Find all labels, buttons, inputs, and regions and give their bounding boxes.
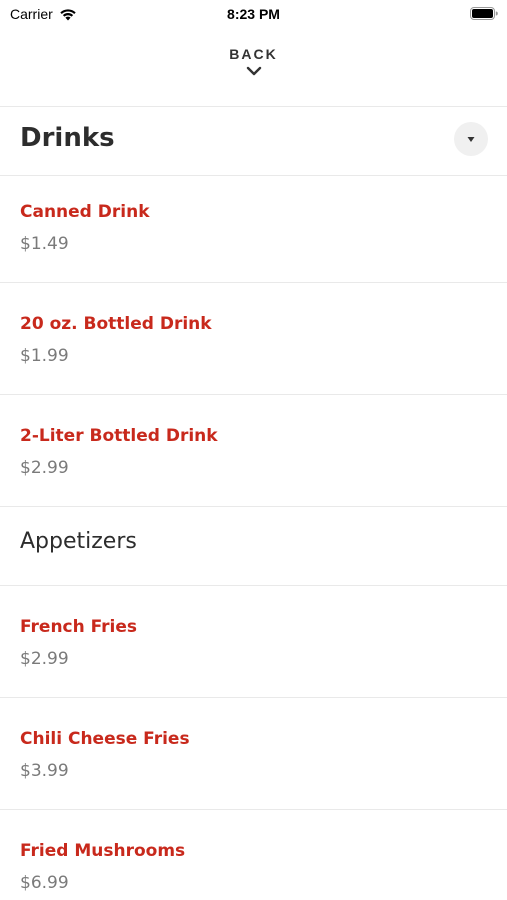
item-name: Canned Drink	[20, 202, 150, 222]
menu-item[interactable]: Chili Cheese Fries $3.99	[0, 703, 507, 815]
divider	[0, 282, 507, 283]
chevron-down-icon	[246, 66, 261, 76]
item-price: $2.99	[20, 649, 69, 669]
divider	[0, 585, 507, 586]
status-bar: Carrier 8:23 PM	[0, 0, 507, 28]
caret-down-icon	[467, 136, 475, 142]
menu-item[interactable]: 20 oz. Bottled Drink $1.99	[0, 288, 507, 400]
item-name: 20 oz. Bottled Drink	[20, 314, 212, 334]
back-label: BACK	[229, 46, 278, 62]
item-name: French Fries	[20, 617, 138, 637]
menu-item[interactable]: 2-Liter Bottled Drink $2.99	[0, 400, 507, 512]
item-price: $3.99	[20, 761, 69, 781]
item-name: Fried Mushrooms	[20, 841, 186, 861]
section-title: Drinks	[20, 123, 115, 153]
item-price: $2.99	[20, 458, 69, 478]
item-name: Chili Cheese Fries	[20, 729, 190, 749]
item-price: $6.99	[20, 873, 69, 893]
menu-item[interactable]: Fried Mushrooms $6.99	[0, 815, 507, 900]
section-header-appetizers: Appetizers	[0, 507, 507, 585]
menu-item[interactable]: Canned Drink $1.49	[0, 176, 507, 288]
divider	[0, 809, 507, 810]
category-dropdown-button[interactable]	[454, 122, 488, 156]
section-header-drinks: Drinks	[0, 107, 507, 175]
status-time: 8:23 PM	[227, 6, 280, 22]
menu-item[interactable]: French Fries $2.99	[0, 591, 507, 703]
battery-icon	[470, 7, 498, 20]
item-price: $1.99	[20, 346, 69, 366]
status-right	[470, 7, 498, 25]
section-title: Appetizers	[20, 529, 137, 554]
back-button[interactable]: BACK	[0, 46, 507, 94]
item-price: $1.49	[20, 234, 69, 254]
divider	[0, 394, 507, 395]
divider	[0, 697, 507, 698]
item-name: 2-Liter Bottled Drink	[20, 426, 218, 446]
